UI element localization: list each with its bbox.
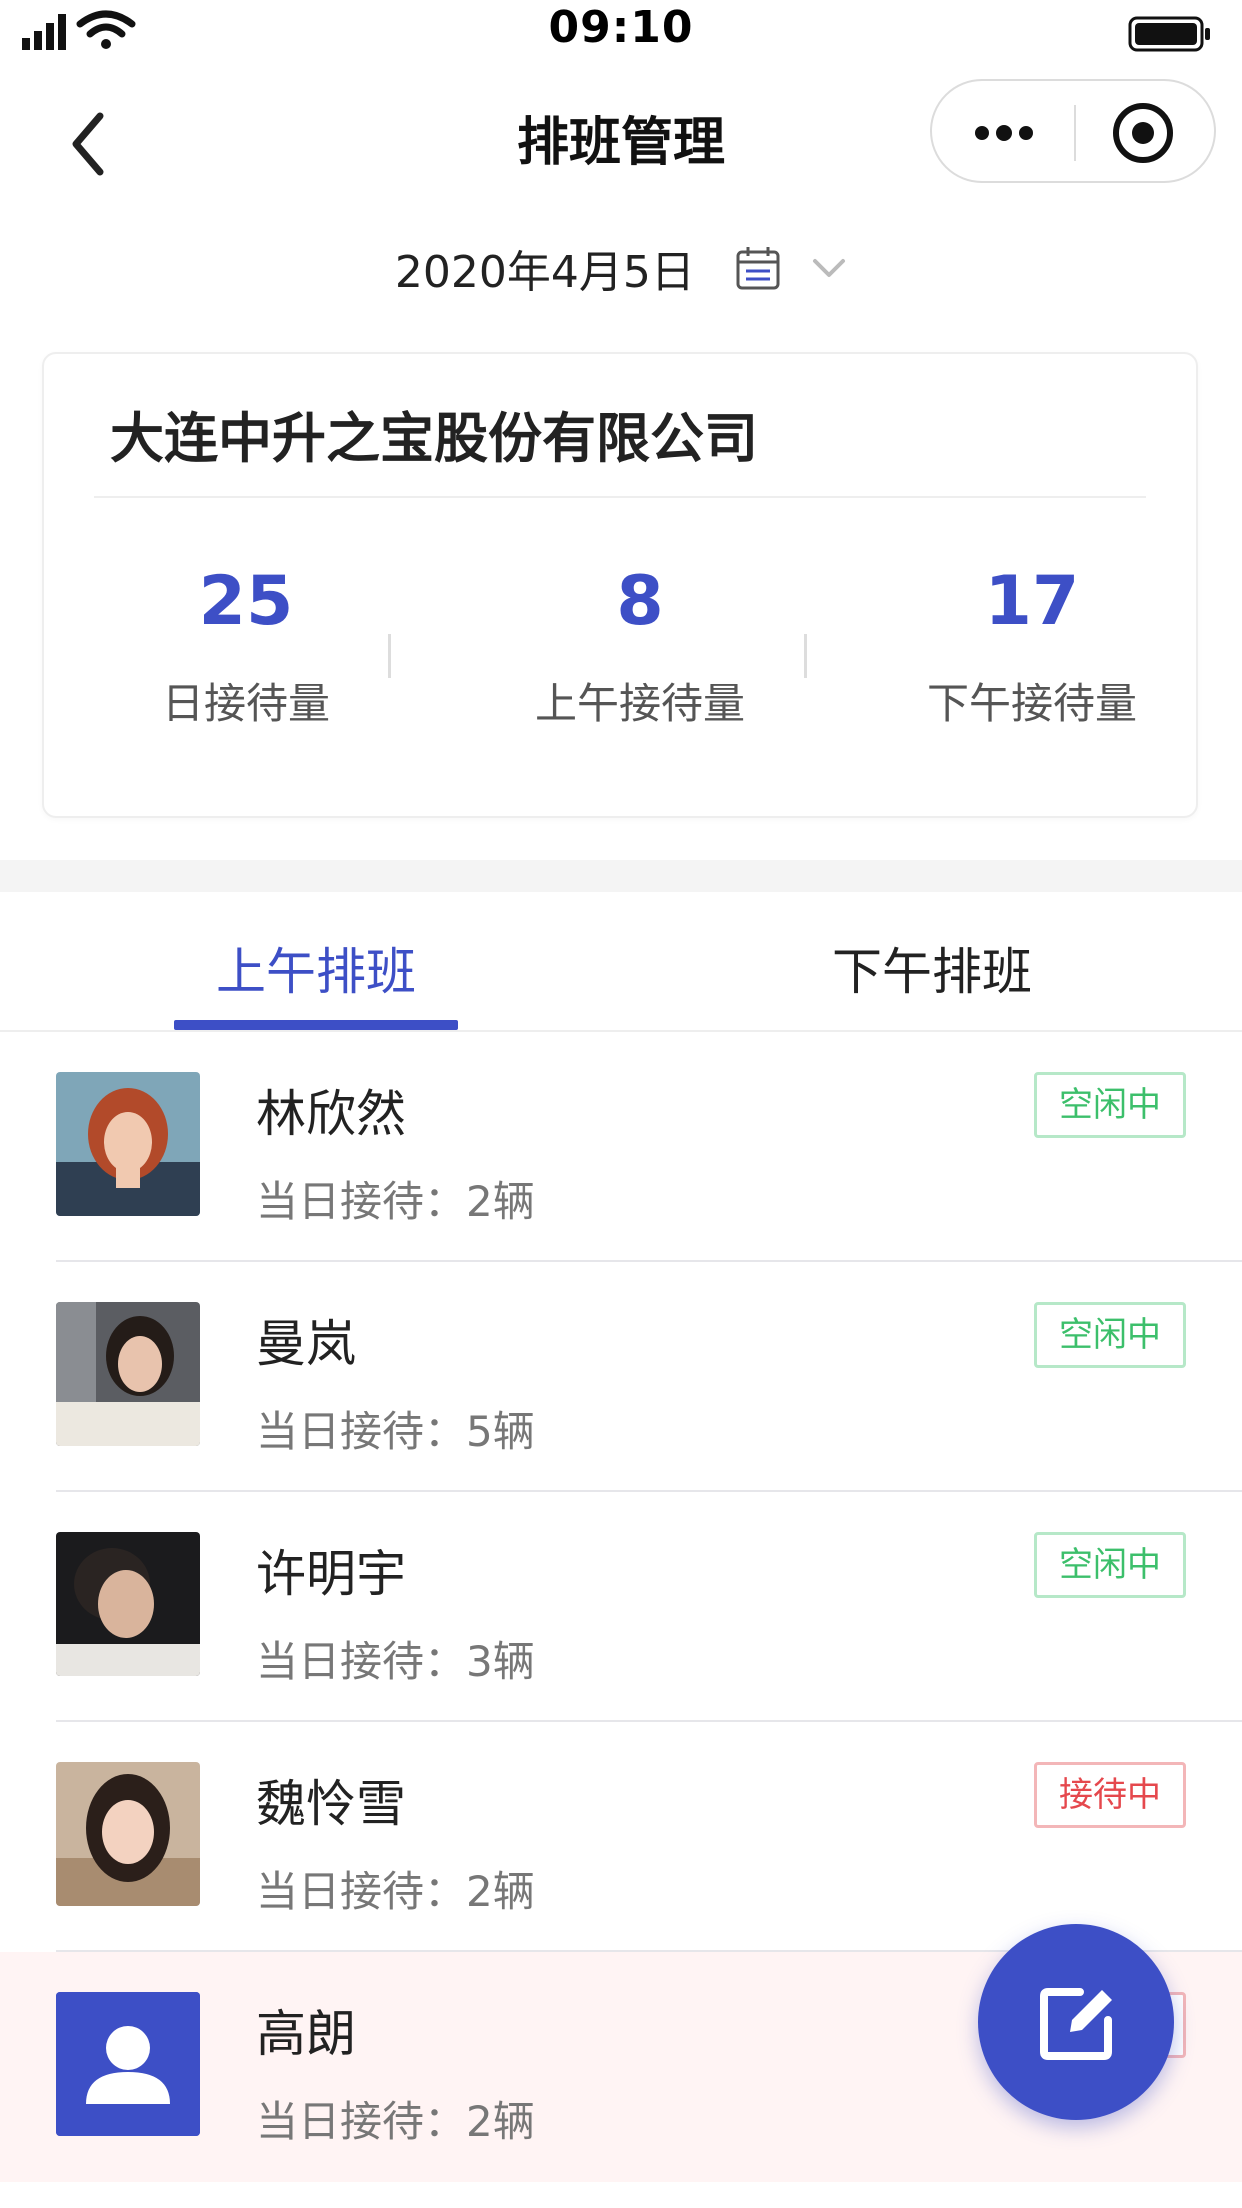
stat-divider [804, 634, 807, 678]
reception-prefix: 当日接待： [256, 1867, 467, 1916]
edit-icon [1040, 1988, 1112, 2060]
stat-afternoon: 17 下午接待量 [852, 562, 1212, 731]
staff-name: 许明宇 [256, 1545, 406, 1603]
stat-label: 上午接待量 [534, 679, 745, 728]
reception-value: 5辆 [466, 1407, 535, 1456]
status-badge: 空闲中 [1034, 1302, 1186, 1368]
staff-name: 魏怜雪 [256, 1775, 406, 1833]
status-badge: 空闲中 [1034, 1532, 1186, 1598]
status-time: 09:10 [548, 2, 694, 53]
edit-fab-button[interactable] [978, 1924, 1174, 2120]
status-badge: 接待中 [1034, 1762, 1186, 1828]
reception-prefix: 当日接待： [256, 1407, 467, 1456]
more-icon[interactable] [972, 111, 1036, 155]
capsule-divider [1074, 105, 1076, 161]
stat-value: 25 [198, 562, 294, 641]
reception-value: 2辆 [466, 1867, 535, 1916]
reception-value: 2辆 [466, 1177, 535, 1226]
list-item[interactable]: 曼岚 当日接待：5辆 空闲中 [0, 1262, 1242, 1492]
avatar [56, 1992, 200, 2136]
calendar-icon[interactable] [734, 244, 782, 292]
shift-tabs: 上午排班 下午排班 [0, 892, 1242, 1032]
reception-value: 2辆 [466, 2097, 535, 2146]
card-divider [94, 496, 1146, 498]
active-tab-indicator [174, 1020, 458, 1030]
staff-reception-count: 当日接待：2辆 [256, 1858, 535, 1919]
company-name: 大连中升之宝股份有限公司 [110, 407, 758, 470]
reception-prefix: 当日接待： [256, 1177, 467, 1226]
list-item[interactable]: 林欣然 当日接待：2辆 空闲中 [0, 1032, 1242, 1262]
stat-divider [388, 634, 391, 678]
reception-value: 3辆 [466, 1637, 535, 1686]
list-item[interactable]: 魏怜雪 当日接待：2辆 接待中 [0, 1722, 1242, 1952]
staff-reception-count: 当日接待：5辆 [256, 1398, 535, 1459]
reception-prefix: 当日接待： [256, 2097, 467, 2146]
stat-label: 日接待量 [161, 679, 330, 728]
section-separator [0, 860, 1242, 892]
tab-afternoon-shift[interactable]: 下午排班 [832, 932, 1032, 1004]
staff-name: 曼岚 [256, 1315, 356, 1373]
stat-value: 17 [984, 562, 1080, 641]
avatar [56, 1072, 200, 1216]
avatar [56, 1302, 200, 1446]
mini-program-capsule [930, 79, 1216, 183]
date-label: 2020年4月5日 [394, 247, 695, 298]
staff-reception-count: 当日接待：3辆 [256, 1628, 535, 1689]
close-target-icon[interactable] [1110, 100, 1176, 166]
stat-label: 下午接待量 [926, 679, 1137, 728]
staff-name: 高朗 [256, 2005, 356, 2063]
avatar [56, 1762, 200, 1906]
chevron-down-icon[interactable] [811, 253, 847, 283]
avatar [56, 1532, 200, 1676]
staff-reception-count: 当日接待：2辆 [256, 1168, 535, 1229]
staff-reception-count: 当日接待：2辆 [256, 2088, 535, 2149]
tab-morning-shift[interactable]: 上午排班 [216, 932, 416, 1004]
stat-morning: 8 上午接待量 [460, 562, 820, 731]
reception-prefix: 当日接待： [256, 1637, 467, 1686]
nav-bar: 排班管理 [0, 64, 1242, 208]
date-picker[interactable]: 2020年4月5日 [0, 236, 1242, 306]
battery-icon [1128, 16, 1210, 52]
status-bar: 09:10 [0, 0, 1242, 64]
stat-daily: 25 日接待量 [66, 562, 426, 731]
list-item[interactable]: 许明宇 当日接待：3辆 空闲中 [0, 1492, 1242, 1722]
stat-value: 8 [616, 562, 664, 641]
company-summary-card: 大连中升之宝股份有限公司 25 日接待量 8 上午接待量 17 下午接待量 [42, 352, 1198, 818]
status-badge: 空闲中 [1034, 1072, 1186, 1138]
user-icon [56, 1992, 200, 2136]
staff-name: 林欣然 [256, 1085, 406, 1143]
